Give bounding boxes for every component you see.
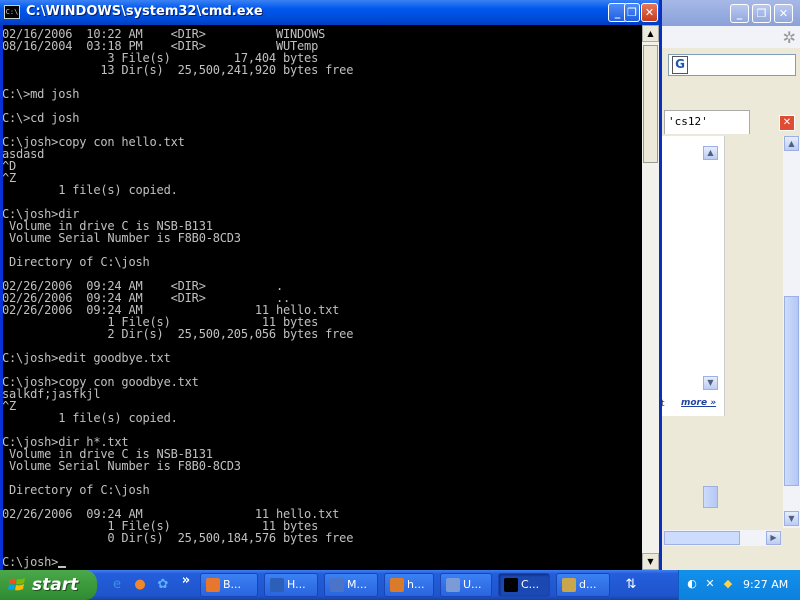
- cmd-window: C:\ C:\WINDOWS\system32\cmd.exe _ ❐ ✕ 02…: [0, 0, 662, 570]
- text-cursor: [58, 566, 67, 568]
- cmd-app-icon: C:\: [4, 5, 20, 19]
- cmd-titlebar[interactable]: C:\ C:\WINDOWS\system32\cmd.exe _ ❐ ✕: [0, 0, 659, 25]
- console-line: Directory of C:\josh: [9, 483, 150, 497]
- scroll-up-icon[interactable]: ▲: [642, 25, 659, 42]
- console-line: Volume Serial Number is F8B0-8CD3: [9, 459, 241, 473]
- taskbar-app-icon: [206, 578, 220, 592]
- firefox-icon[interactable]: ●: [131, 576, 149, 594]
- close-icon: ✕: [644, 6, 655, 19]
- taskbar-button-label: H...: [287, 578, 306, 591]
- outer-scroll-thumb[interactable]: [784, 296, 799, 486]
- horizontal-scrollbar[interactable]: ▶: [664, 530, 781, 546]
- console-line: Volume Serial Number is F8B0-8CD3: [9, 231, 241, 245]
- scroll-down-icon[interactable]: ▼: [784, 511, 799, 526]
- minimize-icon[interactable]: _: [730, 4, 749, 23]
- messenger-icon[interactable]: ✿: [154, 576, 172, 594]
- console-line: salkdf;jasfkjl: [3, 387, 101, 401]
- close-tab-icon[interactable]: ✕: [779, 115, 795, 131]
- taskbar-app-icon: [330, 578, 344, 592]
- console-line: Directory of C:\josh: [9, 255, 150, 269]
- taskbar-button-label: h...: [407, 578, 425, 591]
- clock: 9:27 AM: [743, 578, 789, 591]
- scroll-down-icon[interactable]: ▼: [642, 553, 659, 570]
- taskbar-button[interactable]: C...: [498, 573, 550, 597]
- taskbar-button-label: B...: [223, 578, 242, 591]
- restore-icon[interactable]: ❐: [752, 4, 771, 23]
- taskbar-button-label: M...: [347, 578, 367, 591]
- scroll-right-icon[interactable]: ▶: [766, 531, 781, 545]
- console-scroll-thumb[interactable]: [643, 45, 658, 163]
- start-button[interactable]: start: [0, 570, 97, 600]
- gear-icon[interactable]: ✲: [783, 28, 796, 47]
- taskbar-button-label: d...: [579, 578, 597, 591]
- close-icon[interactable]: ✕: [774, 4, 793, 23]
- console-line: C:\>cd josh: [3, 111, 80, 125]
- console-line: 1 file(s) copied.: [58, 183, 178, 197]
- windows-flag-icon: [8, 578, 25, 591]
- taskbar-app-icon: [446, 578, 460, 592]
- scroll-up-icon[interactable]: ▲: [784, 136, 799, 151]
- maximize-button[interactable]: ❐: [624, 3, 640, 22]
- quicklaunch-expand-icon[interactable]: »: [177, 572, 195, 590]
- taskbar-button[interactable]: U...: [440, 573, 492, 597]
- taskbar-app-icon: [504, 578, 518, 592]
- taskbar-button[interactable]: d...: [556, 573, 610, 597]
- scroll-up-icon[interactable]: ▲: [703, 146, 718, 160]
- more-link[interactable]: more »: [664, 398, 724, 414]
- taskbar-app-icon: [390, 578, 404, 592]
- close-button[interactable]: ✕: [641, 3, 658, 22]
- background-toolbar: ✲: [662, 26, 800, 48]
- taskbar-button[interactable]: M...: [324, 573, 378, 597]
- taskbar-button-label: U...: [463, 578, 482, 591]
- tab-cs12[interactable]: 'cs12': [664, 110, 750, 134]
- system-tray: ◐ ✕ ◆ 9:27 AM: [678, 570, 800, 600]
- console-line: 13 Dir(s) 25,500,241,920 bytes free: [100, 63, 354, 77]
- taskbar-button[interactable]: B...: [200, 573, 258, 597]
- outer-scrollbar[interactable]: ▲ ▼: [783, 136, 800, 528]
- taskbar-app-icon: [270, 578, 284, 592]
- volume-icon[interactable]: ◐: [685, 577, 699, 591]
- taskbar-app-icon: [562, 578, 576, 592]
- console-line: 2 Dir(s) 25,500,205,056 bytes free: [107, 327, 354, 341]
- taskbar-button-label: C...: [521, 578, 540, 591]
- taskbar-group-icon[interactable]: ⇅: [622, 576, 640, 594]
- horizontal-scroll-thumb[interactable]: [664, 531, 740, 545]
- inner-panel: ▲ ▼: [662, 136, 725, 508]
- internet-explorer-icon[interactable]: e: [108, 576, 126, 594]
- console-line: C:\josh>edit goodbye.txt: [3, 351, 171, 365]
- console-lines: 02/16/2006 10:22 AM <DIR> WINDOWS 08/16/…: [3, 27, 353, 545]
- background-window: _ ❐ ✕ ✲ G 'cs12' ✕ ▲ ▼ more » t ▲ ▼ ▶: [661, 0, 800, 570]
- console-output[interactable]: 02/16/2006 10:22 AM <DIR> WINDOWS 08/16/…: [3, 25, 642, 570]
- inner-scroll-thumb[interactable]: [703, 486, 718, 508]
- maximize-icon: ❐: [627, 6, 637, 19]
- minimize-icon: _: [614, 6, 621, 19]
- scroll-down-icon[interactable]: ▼: [703, 376, 718, 390]
- google-search-input[interactable]: G: [668, 54, 796, 76]
- taskbar: start e ● ✿ » ⇅ ◐ ✕ ◆ 9:27 AM B... H... M.…: [0, 570, 800, 600]
- taskbar-button[interactable]: H...: [264, 573, 318, 597]
- console-prompt: C:\josh>: [3, 555, 59, 569]
- security-icon[interactable]: ◆: [721, 577, 735, 591]
- console-text: 02/16/2006 10:22 AM <DIR> WINDOWS 08/16/…: [3, 28, 353, 568]
- tab-label: 'cs12': [668, 115, 708, 128]
- network-icon[interactable]: ✕: [703, 577, 717, 591]
- console-line: C:\>md josh: [3, 87, 80, 101]
- console-line: 0 Dir(s) 25,500,184,576 bytes free: [107, 531, 354, 545]
- console-scrollbar[interactable]: ▲ ▼: [642, 25, 659, 570]
- console-line: 1 file(s) copied.: [58, 411, 178, 425]
- taskbar-button[interactable]: h...: [384, 573, 434, 597]
- window-title: C:\WINDOWS\system32\cmd.exe: [26, 4, 263, 19]
- more-link-label: more »: [681, 398, 717, 408]
- google-icon: G: [672, 56, 688, 74]
- start-label: start: [32, 575, 79, 595]
- background-window-titlebar[interactable]: _ ❐ ✕: [662, 0, 800, 26]
